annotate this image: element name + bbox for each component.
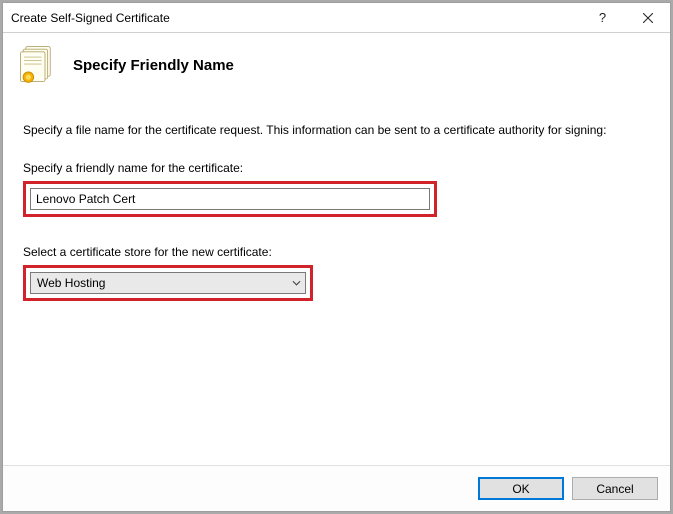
window-title: Create Self-Signed Certificate bbox=[11, 11, 580, 25]
certificate-store-select[interactable]: Web Hosting bbox=[30, 272, 306, 294]
certificate-icon bbox=[17, 43, 59, 88]
close-icon bbox=[643, 13, 653, 23]
certificate-store-label: Select a certificate store for the new c… bbox=[23, 245, 650, 259]
titlebar: Create Self-Signed Certificate ? bbox=[3, 3, 670, 33]
certificate-store-highlight: Web Hosting bbox=[23, 265, 313, 301]
chevron-down-icon bbox=[287, 280, 305, 286]
certificate-store-value: Web Hosting bbox=[37, 276, 287, 290]
friendly-name-input[interactable] bbox=[30, 188, 430, 210]
help-button[interactable]: ? bbox=[580, 3, 625, 32]
friendly-name-highlight bbox=[23, 181, 437, 217]
close-button[interactable] bbox=[625, 3, 670, 32]
cancel-button[interactable]: Cancel bbox=[572, 477, 658, 500]
friendly-name-label: Specify a friendly name for the certific… bbox=[23, 161, 650, 175]
dialog-heading: Specify Friendly Name bbox=[71, 57, 234, 74]
button-bar: OK Cancel bbox=[3, 465, 670, 511]
dialog-content: Specify a file name for the certificate … bbox=[3, 94, 670, 465]
description-text: Specify a file name for the certificate … bbox=[23, 122, 623, 139]
ok-button[interactable]: OK bbox=[478, 477, 564, 500]
dialog-window: Create Self-Signed Certificate ? Specify… bbox=[2, 2, 671, 512]
dialog-header: Specify Friendly Name bbox=[3, 33, 670, 94]
